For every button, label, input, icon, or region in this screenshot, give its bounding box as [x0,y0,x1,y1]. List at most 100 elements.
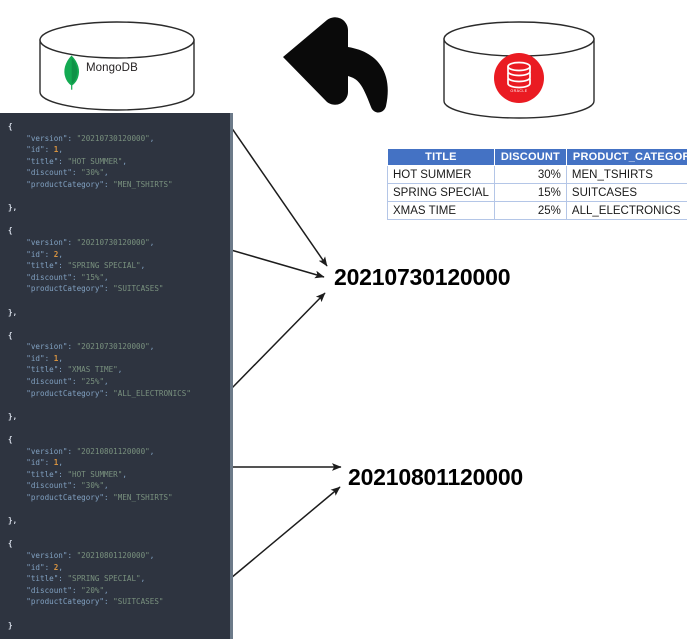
json-spacer [8,399,230,411]
json-field: "id": 1, [8,457,230,469]
json-comma: , [140,574,146,584]
cell-category: ALL_ELECTRONICS [565,201,687,220]
json-field: "title": "SPRING SPECIAL", [8,260,230,272]
json-colon: : [44,353,54,363]
json-colon: : [67,550,77,560]
json-document-list: { "version": "20210730120000", "id": 1, … [0,121,230,631]
json-value: "MEN_TSHIRTS" [113,493,173,502]
arrow-doc1-to-version1 [230,126,328,267]
json-value: "20%" [81,585,105,595]
oracle-database-icon [494,53,544,103]
json-document: { "version": "20210801120000", "id": 2, … [0,538,230,631]
json-field: "productCategory": "ALL_ELECTRONICS" [8,388,230,400]
column-header-discount[interactable]: DISCOUNT [493,148,567,166]
json-key: "title" [8,365,59,375]
json-field: "productCategory": "SUITCASES" [8,283,230,295]
json-value: "30%" [81,168,105,178]
json-field: "title": "XMAS TIME", [8,364,230,376]
json-value: "SPRING SPECIAL" [67,261,141,271]
json-comma: , [149,342,155,352]
table-row[interactable]: HOT SUMMER 30% MEN_TSHIRTS [387,165,687,184]
json-colon: : [67,237,77,247]
cell-discount: 25% [493,201,567,220]
json-key: "version" [8,550,68,560]
json-spacer [8,214,230,226]
json-close-brace: }, [8,203,18,213]
json-value: "SUITCASES" [113,597,164,607]
table-row[interactable]: XMAS TIME 25% ALL_ELECTRONICS [387,201,687,220]
json-colon: : [67,342,77,352]
json-colon: : [104,388,114,398]
json-value: "20210801120000" [76,446,150,456]
json-field: "title": "HOT SUMMER", [8,156,230,168]
json-open-brace: { [8,122,13,131]
json-key: "discount" [8,272,73,282]
json-key: "productCategory" [8,388,105,398]
column-header-category[interactable]: PRODUCT_CATEGORY [565,148,687,166]
json-colon: : [72,272,82,282]
json-document: { "version": "20210801120000", "id": 1, … [0,434,230,538]
version-label-20210801120000: 20210801120000 [348,464,524,490]
json-spacer [8,318,230,330]
cell-title: HOT SUMMER [387,165,495,184]
cell-discount: 30% [493,165,567,184]
json-comma: , [122,469,127,479]
arrow-doc2-to-version1 [230,249,325,279]
json-field: "discount": "25%", [8,376,230,388]
json-comma: , [149,446,155,456]
table-header-row: TITLE DISCOUNT PRODUCT_CATEGORY [387,148,687,166]
json-key: "id" [8,458,45,468]
json-colon: : [67,133,77,143]
json-value: "20210730120000" [76,342,150,352]
json-value: "SUITCASES" [113,284,164,294]
json-comma: , [140,261,146,271]
json-key: "id" [8,145,45,155]
json-comma: , [104,272,109,282]
json-field: "id": 2, [8,249,230,261]
json-value: "25%" [81,377,105,387]
json-field: "version": "20210801120000", [8,446,230,458]
json-field: "version": "20210730120000", [8,341,230,353]
json-field: "title": "SPRING SPECIAL", [8,573,230,585]
mongodb-documents-panel[interactable]: { "version": "20210730120000", "id": 1, … [0,113,233,639]
json-comma: , [104,585,109,595]
json-comma: , [58,562,63,572]
json-key: "title" [8,156,59,166]
column-header-title[interactable]: TITLE [387,148,495,166]
json-key: "id" [8,562,45,572]
json-field: "discount": "30%", [8,480,230,492]
table-row[interactable]: SPRING SPECIAL 15% SUITCASES [387,183,687,202]
json-value: "SPRING SPECIAL" [67,574,141,584]
json-comma: , [58,458,63,468]
json-colon: : [104,284,114,294]
json-comma: , [149,237,155,247]
json-value: "HOT SUMMER" [67,156,123,166]
json-field: "id": 2, [8,562,230,574]
json-value: "20210801120000" [76,550,150,560]
json-value: "20210730120000" [76,133,150,143]
json-key: "title" [8,261,59,271]
json-field: "version": "20210730120000", [8,133,230,145]
cell-discount: 15% [493,183,567,202]
json-field: "discount": "30%", [8,167,230,179]
json-value: "20210730120000" [76,237,150,247]
json-field: "productCategory": "MEN_TSHIRTS" [8,179,230,191]
json-key: "version" [8,446,68,456]
json-colon: : [72,481,82,491]
arrow-doc5-to-version2 [230,486,341,579]
json-colon: : [44,145,54,155]
cell-category: MEN_TSHIRTS [565,165,687,184]
json-spacer [8,422,230,434]
cell-category: SUITCASES [565,183,687,202]
json-comma: , [58,249,63,259]
json-open-brace: { [8,226,13,236]
json-key: "version" [8,342,68,352]
json-field: "productCategory": "SUITCASES" [8,596,230,608]
json-document: { "version": "20210730120000", "id": 2, … [0,225,230,329]
json-comma: , [149,550,155,560]
curved-back-arrow-icon [283,17,388,113]
oracle-result-table[interactable]: TITLE DISCOUNT PRODUCT_CATEGORY HOT SUMM… [387,148,687,220]
json-spacer [8,504,230,516]
json-colon: : [104,493,114,502]
json-comma: , [104,481,109,491]
